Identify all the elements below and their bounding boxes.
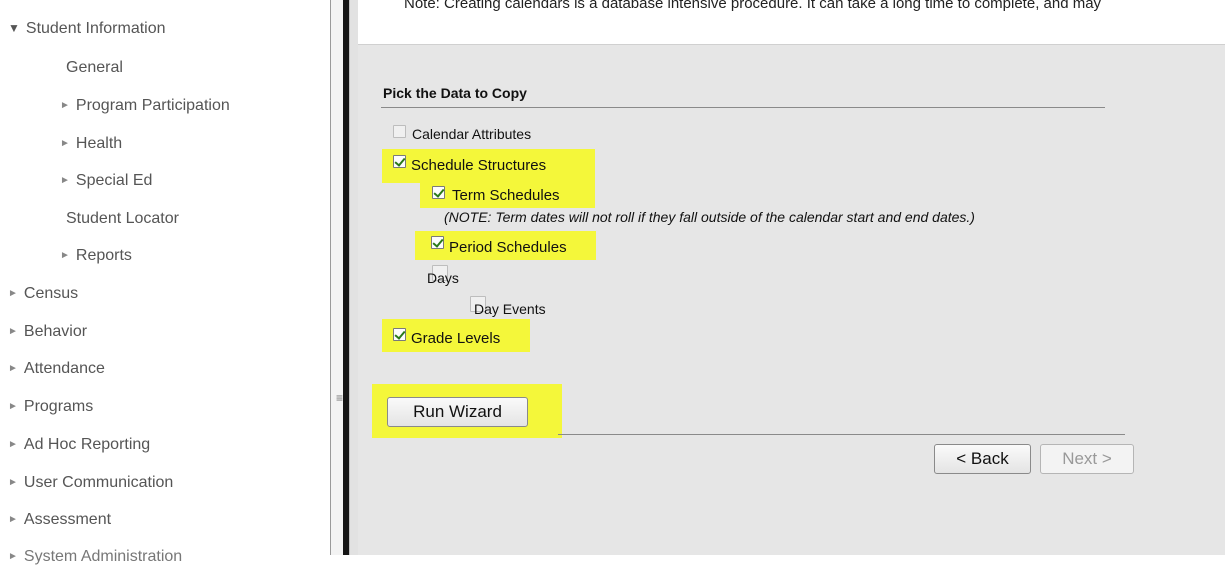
- sidebar-item-user-communication[interactable]: ► User Communication: [8, 474, 173, 492]
- sidebar-item-label: System Administration: [23, 548, 183, 565]
- term-schedules-label[interactable]: Term Schedules: [452, 187, 560, 204]
- sidebar-item-general[interactable]: General: [66, 59, 123, 77]
- collapsed-arrow-icon: ►: [60, 175, 70, 186]
- collapsed-arrow-icon: ►: [8, 363, 18, 374]
- sidebar-item-label: Health: [75, 135, 123, 152]
- sidebar-item-label: User Communication: [23, 474, 174, 491]
- collapsed-arrow-icon: ►: [8, 551, 18, 562]
- calendar-attributes-checkbox[interactable]: [393, 125, 406, 138]
- sidebar-item-label: Programs: [23, 398, 94, 415]
- sidebar-item-behavior[interactable]: ► Behavior: [8, 323, 87, 341]
- sidebar-item-label: Attendance: [23, 360, 105, 377]
- frame-edge: [349, 0, 358, 555]
- sidebar-item-reports[interactable]: ► Reports: [60, 247, 132, 265]
- back-button[interactable]: < Back: [934, 444, 1031, 474]
- sidebar-item-special-ed[interactable]: ► Special Ed: [60, 172, 152, 190]
- period-schedules-label[interactable]: Period Schedules: [449, 239, 567, 256]
- collapsed-arrow-icon: ►: [60, 250, 70, 261]
- sidebar-item-label: General: [66, 59, 123, 76]
- next-button[interactable]: Next >: [1040, 444, 1134, 474]
- section-divider: [381, 107, 1105, 108]
- pane-splitter[interactable]: [331, 0, 343, 555]
- collapsed-arrow-icon: ►: [8, 401, 18, 412]
- sidebar-item-census[interactable]: ► Census: [8, 285, 78, 303]
- calendar-attributes-label[interactable]: Calendar Attributes: [412, 126, 531, 142]
- sidebar-item-label: Ad Hoc Reporting: [23, 436, 151, 453]
- schedule-structures-checkbox[interactable]: [393, 155, 406, 168]
- run-wizard-button[interactable]: Run Wizard: [387, 397, 528, 427]
- sidebar-item-label: Student Information: [25, 20, 166, 37]
- grade-levels-checkbox[interactable]: [393, 328, 406, 341]
- button-divider: [558, 434, 1125, 435]
- days-label[interactable]: Days: [427, 270, 459, 286]
- day-events-label[interactable]: Day Events: [474, 301, 546, 317]
- sidebar-item-label: Reports: [75, 247, 132, 264]
- note-text: Note: Creating calendars is a database i…: [404, 0, 1102, 12]
- grade-levels-label[interactable]: Grade Levels: [411, 330, 500, 347]
- note-box: Note: Creating calendars is a database i…: [358, 0, 1225, 45]
- period-schedules-checkbox[interactable]: [431, 236, 444, 249]
- collapsed-arrow-icon: ►: [60, 100, 70, 111]
- sidebar-item-label: Census: [23, 285, 79, 302]
- schedule-structures-label[interactable]: Schedule Structures: [411, 157, 546, 174]
- collapsed-arrow-icon: ►: [8, 514, 18, 525]
- splitter-grip-icon[interactable]: ≡: [336, 392, 343, 404]
- sidebar-item-label: Student Locator: [66, 210, 179, 227]
- sidebar-item-program-participation[interactable]: ► Program Participation: [60, 97, 230, 115]
- sidebar-item-system-administration[interactable]: ► System Administration: [8, 548, 182, 566]
- sidebar-item-ad-hoc-reporting[interactable]: ► Ad Hoc Reporting: [8, 436, 150, 454]
- sidebar-item-attendance[interactable]: ► Attendance: [8, 360, 105, 378]
- sidebar-item-programs[interactable]: ► Programs: [8, 398, 93, 416]
- sidebar-item-label: Assessment: [23, 511, 112, 528]
- wizard-panel: Note: Creating calendars is a database i…: [358, 0, 1225, 555]
- sidebar-nav: ▼ Student Information General ► Program Pa…: [0, 0, 330, 565]
- sidebar-item-label: Behavior: [23, 323, 88, 340]
- collapsed-arrow-icon: ►: [8, 439, 18, 450]
- sidebar-item-student-locator[interactable]: Student Locator: [66, 210, 179, 228]
- sidebar-item-label: Special Ed: [75, 172, 153, 189]
- collapsed-arrow-icon: ►: [60, 138, 70, 149]
- collapsed-arrow-icon: ►: [8, 326, 18, 337]
- collapsed-arrow-icon: ►: [8, 288, 18, 299]
- term-dates-note: (NOTE: Term dates will not roll if they …: [444, 209, 975, 225]
- sidebar-item-student-information[interactable]: ▼ Student Information: [8, 20, 166, 38]
- section-title: Pick the Data to Copy: [383, 85, 527, 101]
- term-schedules-checkbox[interactable]: [432, 186, 445, 199]
- sidebar-item-health[interactable]: ► Health: [60, 135, 122, 153]
- sidebar-item-assessment[interactable]: ► Assessment: [8, 511, 111, 529]
- sidebar-item-label: Program Participation: [75, 97, 230, 114]
- expanded-arrow-icon: ▼: [8, 21, 20, 35]
- collapsed-arrow-icon: ►: [8, 477, 18, 488]
